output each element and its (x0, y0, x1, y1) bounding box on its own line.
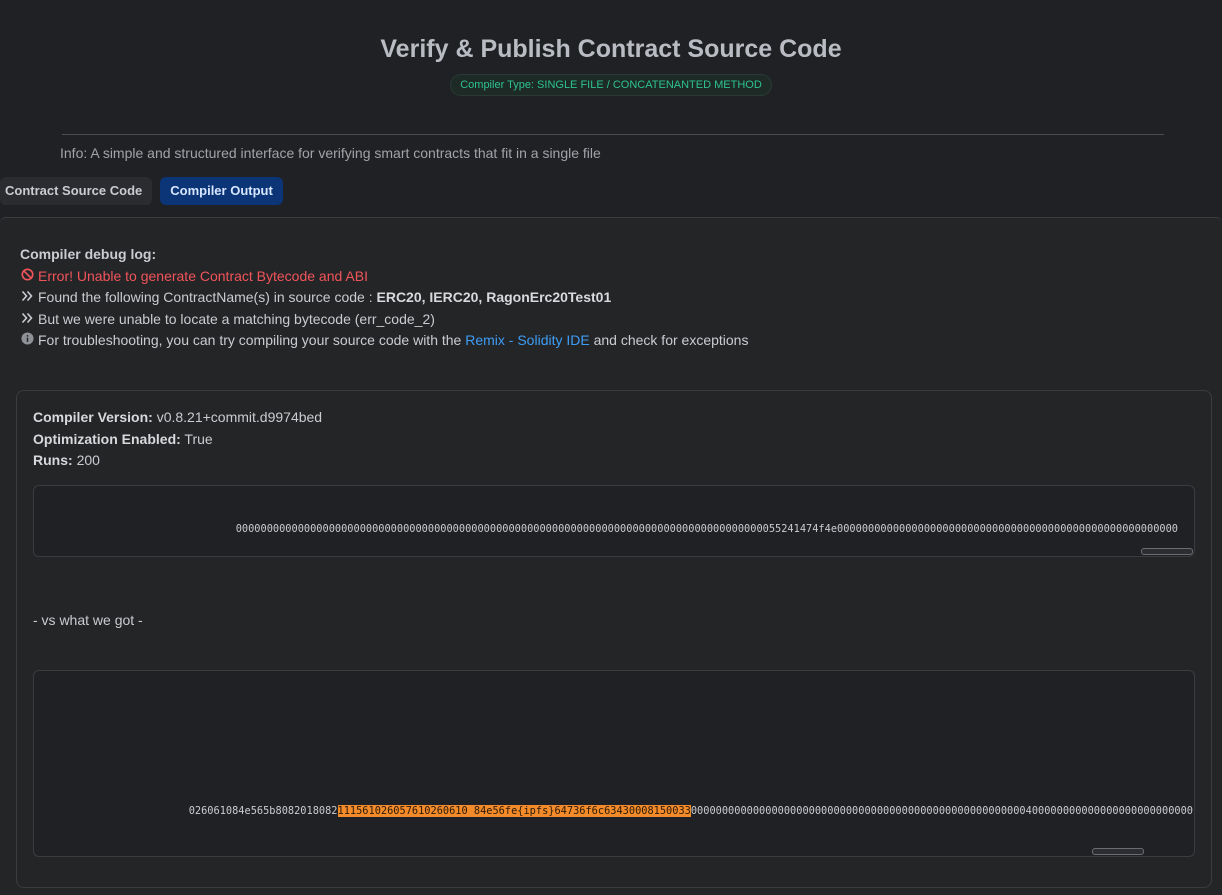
tab-compiler-output[interactable]: Compiler Output (160, 177, 283, 205)
runs-value: 200 (76, 452, 100, 469)
horizontal-scrollbar[interactable] (1141, 548, 1193, 555)
expected-bytecode-box[interactable]: 0000000000000000000000000000000000000000… (33, 485, 1195, 557)
got-bytecode-before: 026061084e565b8082018082 (188, 805, 338, 817)
bytecode-message: But we were unable to locate a matching … (38, 310, 435, 327)
troubleshoot-prefix: For troubleshooting, you can try compili… (38, 332, 462, 349)
got-bytecode-highlight: 111561026057610260610 84e56fe{ipfs}64736… (337, 805, 691, 817)
troubleshoot-suffix: and check for exceptions (593, 332, 749, 349)
got-bytecode-box[interactable]: 026061084e565b80820180821115610260576102… (33, 670, 1195, 857)
error-message: Error! Unable to generate Contract Bytec… (38, 267, 368, 284)
debug-log-heading: Compiler debug log: (20, 246, 157, 262)
info-circle-icon (20, 330, 34, 352)
compiler-meta: Compiler Version: v0.8.21+commit.d9974be… (33, 407, 322, 472)
compiler-type-badge: Compiler Type: SINGLE FILE / CONCATENANT… (450, 74, 772, 96)
compiler-version-value: v0.8.21+commit.d9974bed (156, 409, 323, 425)
double-chevron-right-icon (20, 287, 34, 309)
tab-bar: Contract Source Code Compiler Output (0, 177, 283, 205)
bytecode-line: But we were unable to locate a matching … (20, 309, 748, 331)
horizontal-scrollbar[interactable] (1092, 848, 1144, 855)
compiler-details-card: Compiler Version: v0.8.21+commit.d9974be… (16, 390, 1212, 888)
double-chevron-right-icon (20, 309, 34, 331)
page-header: Verify & Publish Contract Source Code Co… (0, 0, 1222, 96)
optimization-label: Optimization Enabled: (33, 430, 181, 447)
troubleshoot-line: For troubleshooting, you can try compili… (20, 330, 748, 352)
vs-label: - vs what we got - (33, 612, 143, 628)
runs-label: Runs: (33, 452, 73, 469)
page-title: Verify & Publish Contract Source Code (380, 35, 842, 63)
debug-log: Compiler debug log: Error! Unable to gen… (20, 244, 748, 352)
optimization-row: Optimization Enabled: True (33, 429, 322, 451)
remix-ide-link[interactable]: Remix - Solidity IDE (465, 332, 589, 348)
error-line: Error! Unable to generate Contract Bytec… (20, 266, 748, 288)
found-prefix: Found the following ContractName(s) in s… (38, 289, 373, 306)
expected-bytecode-text: 0000000000000000000000000000000000000000… (235, 523, 1178, 535)
got-bytecode-after: 0000000000000000000000000000000000000000… (690, 805, 1193, 817)
compiler-version-label: Compiler Version: (33, 409, 153, 425)
optimization-value: True (184, 430, 213, 447)
tab-contract-source-code[interactable]: Contract Source Code (0, 177, 153, 205)
compiler-output-panel: Compiler debug log: Error! Unable to gen… (0, 217, 1222, 895)
ban-icon (20, 266, 34, 288)
got-bytecode-text: 026061084e565b80820180821115610260576102… (189, 805, 1193, 817)
compiler-version-row: Compiler Version: v0.8.21+commit.d9974be… (33, 407, 322, 429)
divider (62, 134, 1164, 135)
info-text: Info: A simple and structured interface … (60, 145, 601, 161)
runs-row: Runs: 200 (33, 450, 322, 472)
contract-names: ERC20, IERC20, RagonErc20Test01 (376, 289, 612, 306)
found-line: Found the following ContractName(s) in s… (20, 287, 748, 309)
